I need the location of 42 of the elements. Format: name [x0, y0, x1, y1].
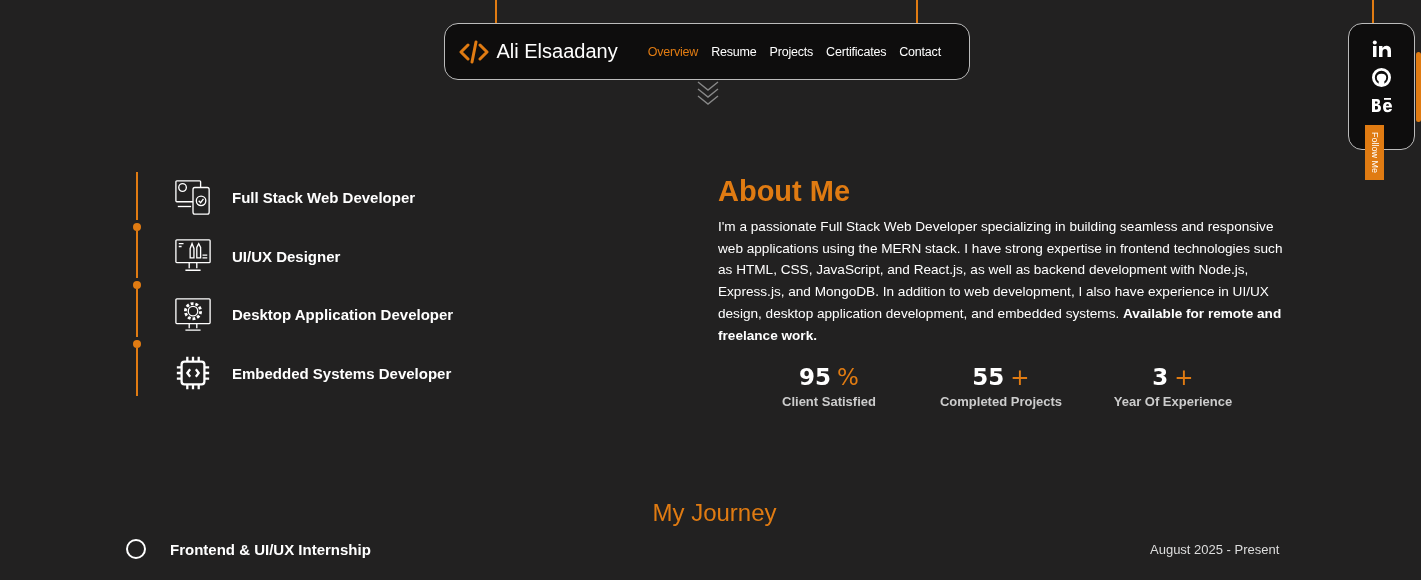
nav-link[interactable]: Contact	[899, 44, 941, 59]
role-title: UI/UX Designer	[232, 247, 341, 265]
behance-icon[interactable]	[1370, 97, 1393, 113]
entry-title: Frontend & UI/UX Internship	[170, 540, 372, 558]
timeline-dot	[133, 340, 141, 349]
stat-value: 95	[799, 364, 832, 391]
timeline-line	[136, 348, 138, 396]
timeline-dot	[133, 222, 141, 231]
timeline-line	[136, 289, 138, 338]
brand-name[interactable]: Ali Elsaadany	[496, 40, 618, 63]
monitor-gear-icon	[174, 295, 212, 334]
nav-link[interactable]: Projects	[769, 44, 814, 59]
stat-value: 55	[972, 364, 1005, 391]
entry-date: August 2025 - Present	[1150, 541, 1280, 557]
scrollbar-thumb[interactable]	[1416, 52, 1421, 122]
stat-suffix: +	[1010, 364, 1030, 391]
hanging-line	[915, 0, 918, 23]
stat-label: Client Satisfied	[782, 394, 876, 410]
timeline-dot	[133, 281, 141, 290]
github-icon[interactable]	[1372, 68, 1391, 87]
stat-label: Year Of Experience	[1113, 394, 1233, 410]
nav-link[interactable]: Certificates	[826, 44, 887, 59]
timeline-marker	[126, 539, 146, 560]
role-title: Full Stack Web Developer	[232, 188, 416, 206]
stat-label: Completed Projects	[939, 394, 1063, 410]
hanging-line	[1372, 0, 1374, 23]
hanging-line	[494, 0, 497, 23]
stat-value: 3	[1152, 364, 1169, 391]
role-title: Desktop Application Developer	[232, 306, 454, 324]
nav-link[interactable]: Resume	[711, 44, 757, 59]
chevron-down-icon	[695, 80, 720, 106]
section-title: About Me	[718, 175, 852, 208]
role-title: Embedded Systems Developer	[232, 364, 452, 382]
code-icon	[458, 39, 489, 64]
nav-link[interactable]: Overview	[647, 44, 699, 59]
section-title: My Journey	[651, 499, 778, 528]
linkedin-icon[interactable]	[1371, 40, 1392, 58]
stat-suffix: +	[1174, 364, 1194, 391]
timeline-line	[136, 172, 138, 220]
about-paragraph: I'm a passionate Full Stack Web Developer specializing in building seamless and responsive web applications using the MERN stack. I have strong expertise in frontend technologies such as HTML, CSS, JavaScript, and React.js, as well as backend development with Node.js, Express.js, and MongoDB. In addition to web development, I also have experience in UI/UX design, desktop application development, and embedded systems. Available for remote and freelance work.	[718, 218, 1284, 345]
timeline-line	[136, 230, 138, 279]
stat-suffix: %	[837, 364, 859, 391]
